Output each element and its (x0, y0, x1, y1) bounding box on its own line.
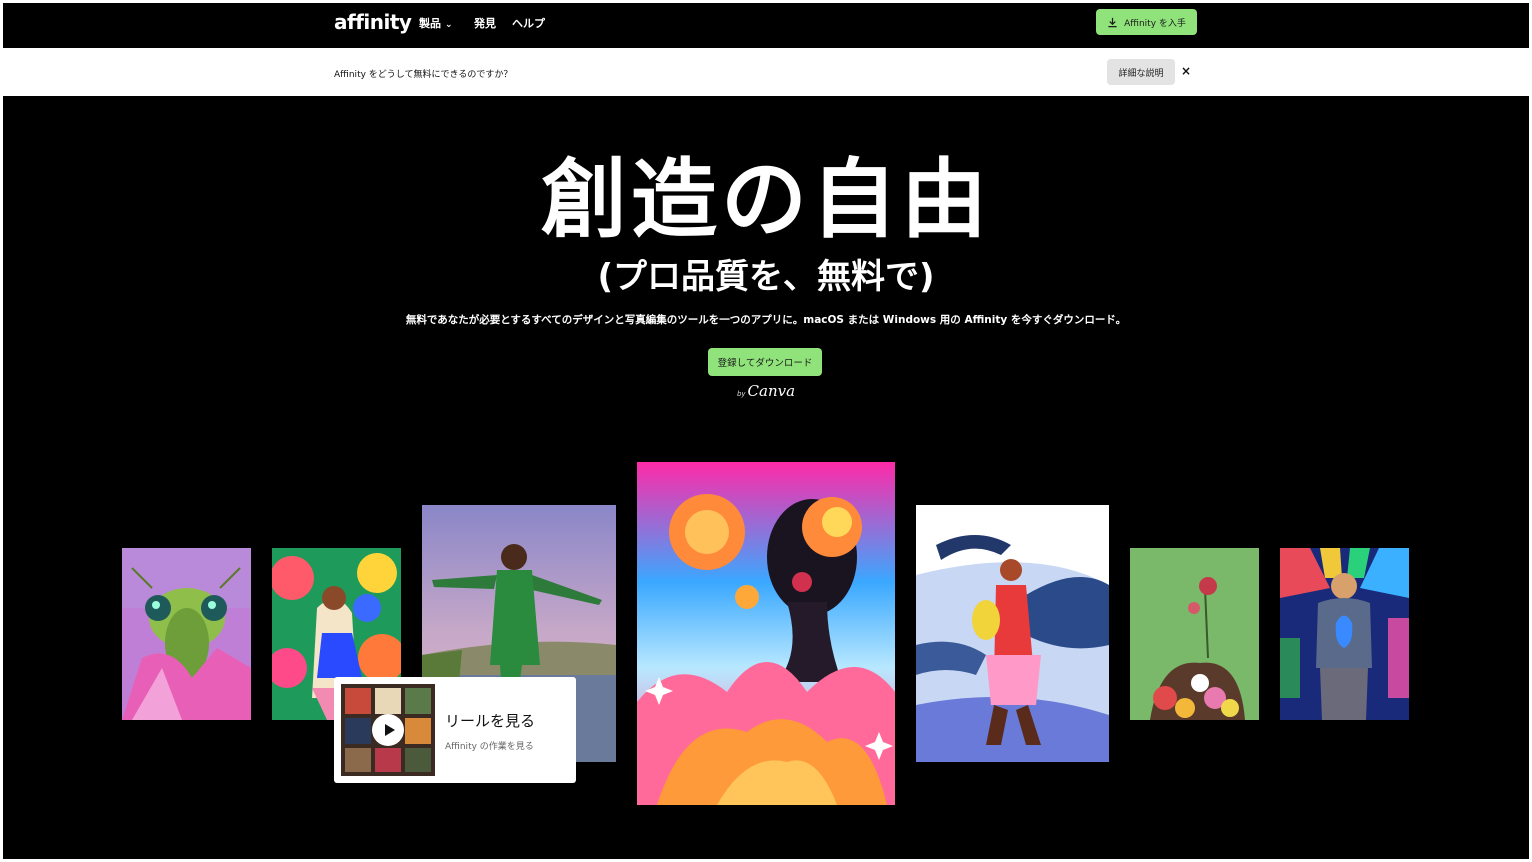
chevron-down-icon: ⌄ (445, 20, 453, 30)
gallery-image-flower-arrangement (1130, 548, 1259, 720)
gallery-image-woman-flowers (637, 462, 895, 805)
top-nav: affinity 製品 ⌄ 発見 ヘルプ Affinity を入手 (3, 3, 1529, 48)
play-icon[interactable] (372, 714, 404, 746)
learn-more-button[interactable]: 詳細な説明 (1107, 59, 1175, 85)
hero-title: 創造の自由 (541, 150, 991, 250)
register-download-button[interactable]: 登録してダウンロード (708, 348, 822, 376)
reel-thumbnail[interactable] (341, 684, 435, 776)
get-affinity-button[interactable]: Affinity を入手 (1096, 9, 1197, 35)
nav-item-help[interactable]: ヘルプ (512, 15, 545, 31)
by-text: by (736, 390, 746, 398)
get-affinity-label: Affinity を入手 (1124, 18, 1186, 29)
reel-title: リールを見る (445, 712, 536, 730)
hero-description: 無料であなたが必要とするすべてのデザインと写真編集のツールを一つのアプリに。ma… (405, 314, 1127, 326)
affinity-logo[interactable]: affinity (334, 10, 412, 34)
by-canva-logo: by Canva (3, 381, 1529, 400)
close-icon[interactable]: × (1181, 64, 1191, 78)
gallery-image-whales (916, 505, 1109, 762)
nav-item-discover[interactable]: 発見 (474, 15, 496, 31)
nav-item-label: 製品 (419, 17, 441, 30)
download-icon (1108, 17, 1117, 27)
gallery-image-man-colorful (1280, 548, 1409, 720)
reel-subtitle: Affinity の作業を見る (445, 742, 534, 752)
page-frame: affinity 製品 ⌄ 発見 ヘルプ Affinity を入手 Affinit… (3, 3, 1529, 859)
info-banner: Affinity をどうして無料にできるのですか？ 詳細な説明 × (3, 48, 1529, 96)
canva-wordmark: Canva (747, 382, 796, 400)
gallery-image-insect (122, 548, 251, 720)
watch-reel-card[interactable]: リールを見る Affinity の作業を見る (334, 677, 576, 783)
banner-text: Affinity をどうして無料にできるのですか？ (334, 70, 513, 80)
nav-item-products[interactable]: 製品 ⌄ (419, 15, 453, 31)
hero-subtitle: (プロ品質を、無料で) (597, 257, 935, 297)
